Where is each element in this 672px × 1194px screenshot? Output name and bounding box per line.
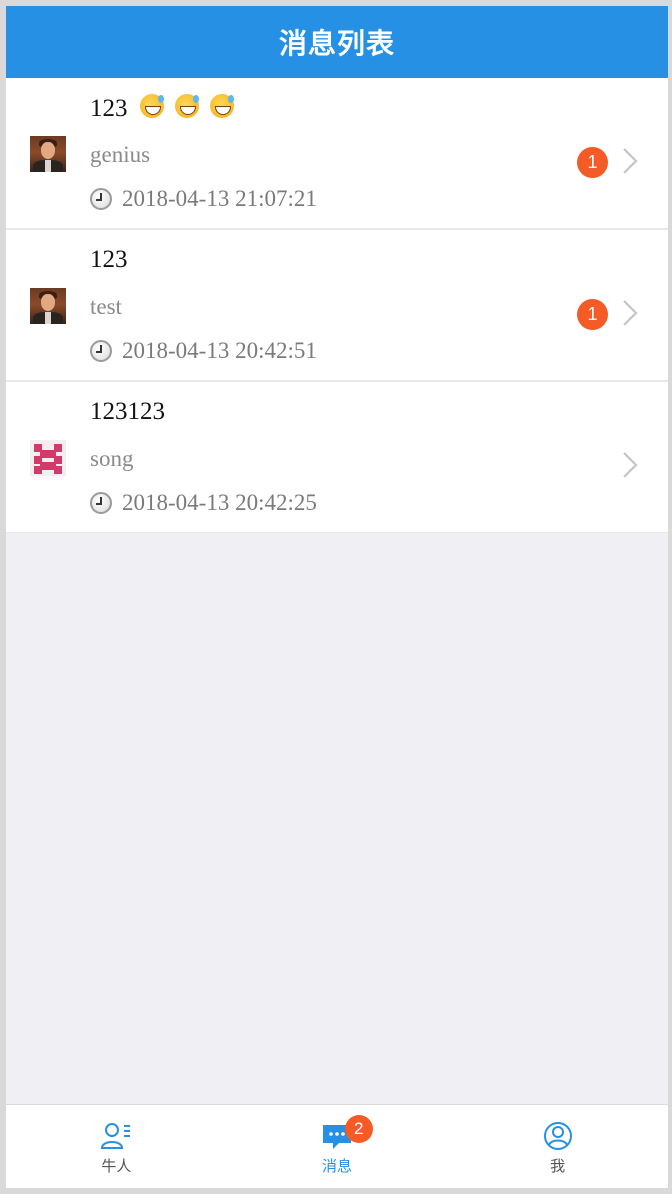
message-preview: 123123: [90, 398, 165, 425]
tab-label: 牛人: [101, 1157, 132, 1175]
tab-me[interactable]: 我: [447, 1105, 668, 1188]
clock-icon: [90, 188, 112, 210]
tab-talents[interactable]: 牛人: [6, 1105, 227, 1188]
timestamp: 2018-04-13 21:07:21: [90, 186, 317, 212]
chevron-right-icon: [623, 300, 638, 326]
tab-label: 我: [550, 1157, 566, 1175]
notification-badge: 2: [344, 1115, 373, 1143]
timestamp: 2018-04-13 20:42:25: [90, 490, 317, 516]
tab-bar: 牛人 消息 2 我: [6, 1104, 668, 1188]
avatar: [30, 288, 66, 324]
sender-name: test: [90, 294, 122, 319]
unread-badge: 1: [577, 147, 608, 178]
avatar: [30, 440, 66, 476]
message-preview: 123: [90, 246, 128, 273]
clock-icon: [90, 340, 112, 362]
sender-name: genius: [90, 142, 151, 167]
page-title: 消息列表: [278, 27, 395, 60]
avatar: [30, 136, 66, 172]
message-item[interactable]: 123 genius 2018-04-13 21:07:21 1: [6, 78, 668, 230]
clock-icon: [90, 492, 112, 514]
unread-badge: 1: [577, 299, 608, 330]
message-preview: 123: [90, 94, 234, 123]
user-circle-icon: [543, 1122, 572, 1150]
sweat-smile-emoji-icon: [139, 94, 164, 118]
message-item[interactable]: 123123 song 2018-04-13 20:42:25: [6, 382, 668, 533]
tab-messages[interactable]: 消息 2: [227, 1105, 448, 1188]
sweat-smile-emoji-icon: [209, 94, 234, 118]
user-list-icon: [101, 1123, 131, 1149]
chevron-right-icon: [623, 148, 638, 174]
message-item[interactable]: 123 test 2018-04-13 20:42:51 1: [6, 230, 668, 382]
message-list: 123 genius 2018-04-13 21:07:21 1 123 tes…: [6, 78, 668, 533]
tab-label: 消息: [322, 1157, 353, 1175]
app-screen: 消息列表 123 genius 2018-04-13 21:07:21 1 12…: [6, 6, 668, 1188]
header: 消息列表: [6, 6, 668, 78]
sender-name: song: [90, 446, 134, 471]
chevron-right-icon: [623, 452, 638, 478]
sweat-smile-emoji-icon: [174, 94, 199, 118]
timestamp: 2018-04-13 20:42:51: [90, 338, 317, 364]
